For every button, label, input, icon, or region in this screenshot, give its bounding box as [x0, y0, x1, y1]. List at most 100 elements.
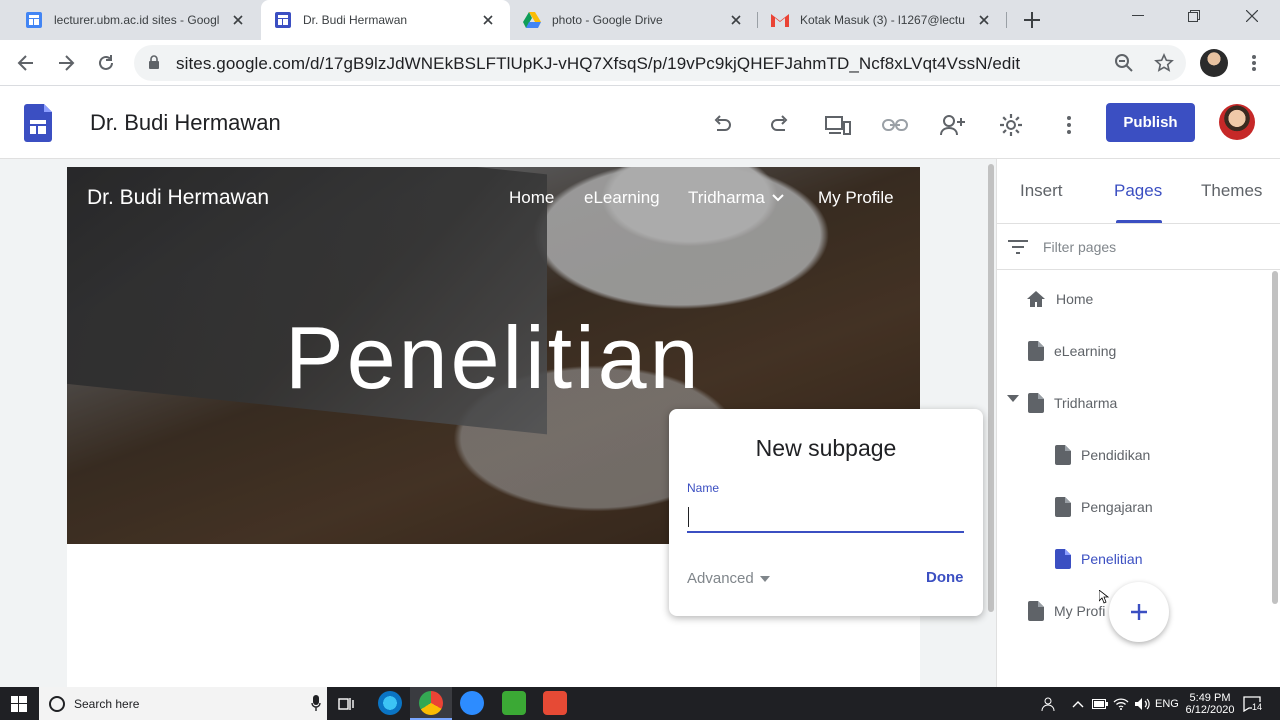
battery-icon[interactable] [1092, 687, 1108, 720]
taskbar-search-placeholder: Search here [74, 696, 140, 711]
restore-icon[interactable] [1166, 0, 1222, 32]
browser-tab[interactable]: photo - Google Drive [510, 0, 758, 40]
windows-start-icon[interactable] [11, 696, 27, 712]
name-input[interactable] [687, 505, 964, 533]
wifi-icon[interactable] [1113, 687, 1129, 720]
minimize-icon[interactable] [1110, 0, 1166, 32]
dropdown-arrow-icon [759, 575, 770, 582]
dialog-title: New subpage [755, 435, 897, 461]
language-indicator[interactable]: ENG [1155, 687, 1179, 720]
filter-pages[interactable]: Filter pages [1007, 235, 1116, 259]
nav-link-home[interactable]: Home [509, 188, 554, 208]
browser-tab-title: photo - Google Drive [552, 13, 663, 27]
collapse-triangle-icon[interactable] [1007, 395, 1019, 403]
chrome-app-icon [419, 691, 443, 715]
browser-tab-title: lecturer.ubm.ac.id sites - Google Sites [54, 13, 219, 27]
sites-editor-header: Dr. Budi Hermawan Publish [0, 87, 1280, 159]
page-item-tridharma[interactable]: Tridharma [1028, 390, 1117, 416]
hero-page-title[interactable]: Penelitian [67, 307, 920, 409]
page-item-label: My Profi [1054, 603, 1106, 619]
task-view-icon[interactable] [338, 696, 354, 712]
nav-link-tridharma[interactable]: Tridharma [688, 188, 785, 208]
browser-tab[interactable]: lecturer.ubm.ac.id sites - Google Sites [8, 0, 260, 40]
browser-tab-title: Dr. Budi Hermawan [303, 13, 408, 27]
google-sites-logo-icon[interactable] [24, 104, 52, 142]
forward-icon[interactable] [56, 53, 76, 73]
browser-tab-title: Kotak Masuk (3) - l1267@lecturer.ubm [800, 13, 965, 27]
bookmark-star-icon[interactable] [1154, 53, 1174, 73]
link-icon[interactable] [881, 111, 909, 139]
close-icon[interactable] [976, 12, 992, 28]
gmail-favicon-icon [770, 12, 790, 28]
notification-count: 14 [1252, 702, 1263, 712]
panel-scrollbar[interactable] [1272, 271, 1278, 604]
close-icon[interactable] [230, 12, 246, 28]
more-options-icon[interactable] [1055, 111, 1083, 139]
notification-center-icon[interactable]: 14 [1243, 687, 1263, 720]
publish-button[interactable]: Publish [1106, 103, 1195, 142]
cortana-circle-icon [48, 695, 66, 713]
canvas-scrollbar[interactable] [988, 164, 994, 612]
settings-gear-icon[interactable] [997, 111, 1025, 139]
advanced-toggle[interactable]: Advanced [687, 570, 770, 587]
tab-themes[interactable]: Themes [1201, 181, 1262, 201]
tab-pages[interactable]: Pages [1114, 181, 1162, 201]
page-item-label: Pendidikan [1081, 447, 1151, 463]
page-item-home[interactable]: Home [1026, 286, 1093, 312]
site-title[interactable]: Dr. Budi Hermawan [90, 110, 281, 136]
tab-insert[interactable]: Insert [1020, 181, 1063, 201]
people-icon[interactable] [1040, 687, 1056, 720]
page-item-my-profile[interactable]: My Profi [1028, 598, 1105, 624]
lock-icon [148, 55, 160, 70]
taskbar-search[interactable]: Search here [39, 687, 327, 720]
clock-date: 6/12/2020 [1185, 703, 1235, 716]
clock[interactable]: 5:49 PM 6/12/2020 [1183, 687, 1237, 720]
filter-pages-placeholder: Filter pages [1043, 239, 1117, 255]
chrome-app-active[interactable] [410, 687, 452, 720]
name-field-label: Name [687, 481, 720, 495]
window-close-icon[interactable] [1224, 0, 1280, 32]
hero-site-name[interactable]: Dr. Budi Hermawan [87, 186, 269, 210]
redo-icon[interactable] [766, 111, 794, 139]
close-icon[interactable] [480, 12, 496, 28]
microphone-icon[interactable] [311, 695, 321, 711]
reload-icon[interactable] [96, 53, 116, 73]
tray-chevron-up-icon[interactable] [1072, 687, 1084, 720]
done-button[interactable]: Done [926, 569, 964, 586]
page-item-elearning[interactable]: eLearning [1028, 338, 1116, 364]
browser-menu-icon[interactable] [1244, 53, 1264, 73]
account-avatar[interactable] [1219, 104, 1255, 140]
nav-link-my-profile[interactable]: My Profile [818, 188, 894, 208]
nav-link-label: Tridharma [688, 188, 765, 207]
add-page-button[interactable] [1109, 582, 1169, 642]
browser-tab-active[interactable]: Dr. Budi Hermawan [261, 0, 510, 40]
edge-app-icon[interactable] [378, 691, 402, 715]
zoom-app-icon[interactable] [460, 691, 484, 715]
page-item-label: Penelitian [1081, 551, 1143, 567]
preview-devices-icon[interactable] [824, 111, 852, 139]
page-item-pengajaran[interactable]: Pengajaran [1055, 494, 1153, 520]
close-icon[interactable] [728, 12, 744, 28]
page-icon [1055, 549, 1071, 569]
volume-icon[interactable] [1134, 687, 1150, 720]
zoom-icon[interactable] [1114, 53, 1134, 73]
recorder-app-icon[interactable] [543, 691, 567, 715]
page-icon [1055, 445, 1071, 465]
url-text: sites.google.com/d/17gB9lzJdWNEkBSLFTlUp… [176, 54, 1021, 73]
address-bar[interactable]: sites.google.com/d/17gB9lzJdWNEkBSLFTlUp… [134, 45, 1186, 81]
share-add-person-icon[interactable] [939, 111, 967, 139]
camtasia-app-icon[interactable] [502, 691, 526, 715]
new-tab-icon[interactable] [1022, 10, 1042, 30]
browser-profile-avatar[interactable] [1200, 49, 1228, 77]
nav-link-elearning[interactable]: eLearning [584, 188, 660, 208]
browser-tab[interactable]: Kotak Masuk (3) - l1267@lecturer.ubm [758, 0, 1006, 40]
undo-icon[interactable] [708, 111, 736, 139]
text-caret [688, 507, 689, 527]
back-icon[interactable] [16, 53, 36, 73]
page-item-pendidikan[interactable]: Pendidikan [1055, 442, 1150, 468]
plus-icon [1129, 602, 1149, 622]
page-item-penelitian[interactable]: Penelitian [1055, 546, 1143, 572]
page-icon [1028, 601, 1044, 621]
page-item-label: eLearning [1054, 343, 1117, 359]
page-icon [1028, 393, 1044, 413]
